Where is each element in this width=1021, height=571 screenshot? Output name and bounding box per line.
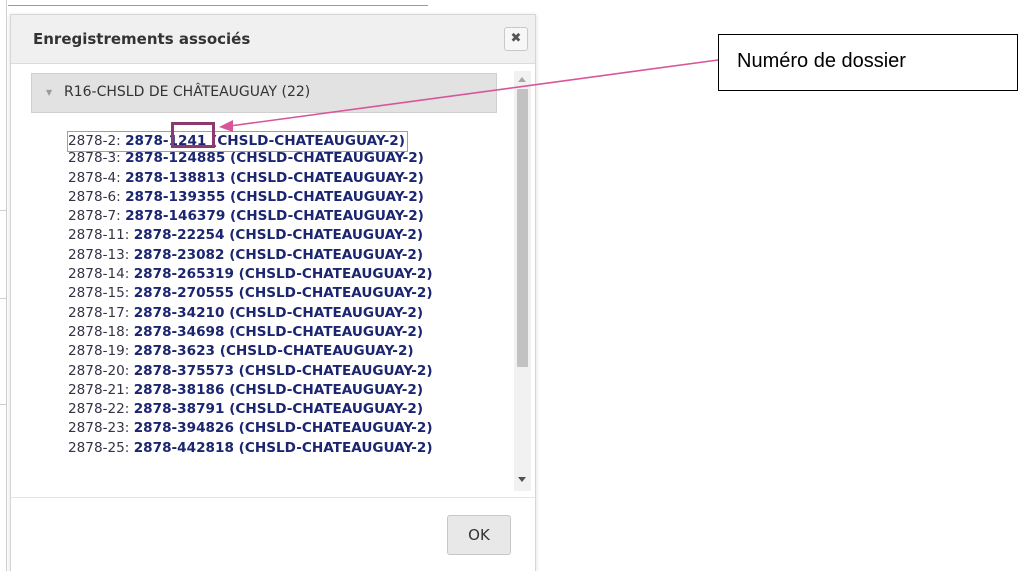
list-item[interactable]: 2878-17: 2878-34210 (CHSLD-CHATEAUGUAY-2… <box>68 304 433 323</box>
background-rule <box>8 5 428 6</box>
record-link[interactable]: 2878-23082 (CHSLD-CHATEAUGUAY-2) <box>134 247 423 263</box>
dialog-title: Enregistrements associés <box>33 30 251 48</box>
background-tick <box>0 404 6 405</box>
record-link[interactable]: 2878-34698 (CHSLD-CHATEAUGUAY-2) <box>134 324 423 340</box>
record-link[interactable]: 2878-124885 (CHSLD-CHATEAUGUAY-2) <box>125 150 424 166</box>
record-link[interactable]: 2878-22254 (CHSLD-CHATEAUGUAY-2) <box>134 227 423 243</box>
record-link[interactable]: 2878-3623 (CHSLD-CHATEAUGUAY-2) <box>134 343 414 359</box>
record-key: 2878-14: <box>68 266 134 283</box>
list-item[interactable]: 2878-22: 2878-38791 (CHSLD-CHATEAUGUAY-2… <box>68 400 433 419</box>
list-item[interactable]: 2878-21: 2878-38186 (CHSLD-CHATEAUGUAY-2… <box>68 381 433 400</box>
close-icon: ✖ <box>510 31 522 46</box>
record-key: 2878-21: <box>68 381 134 398</box>
records-panel[interactable]: ▼ R16-CHSLD DE CHÂTEAUGUAY (22) 2878-2: … <box>31 71 515 483</box>
records-list: 2878-2: 2878-1241 (CHSLD-CHATEAUGUAY-2) 2… <box>67 130 433 458</box>
record-key: 2878-6: <box>68 188 126 205</box>
scroll-thumb[interactable] <box>517 89 528 367</box>
ok-button[interactable]: OK <box>447 515 511 555</box>
record-key: 2878-4: <box>68 169 126 186</box>
background-divider <box>6 0 7 571</box>
list-item[interactable]: 2878-4: 2878-138813 (CHSLD-CHATEAUGUAY-2… <box>68 169 433 188</box>
list-item[interactable]: 2878-15: 2878-270555 (CHSLD-CHATEAUGUAY-… <box>68 284 433 303</box>
record-key: 2878-13: <box>68 246 134 263</box>
record-key: 2878-25: <box>68 439 134 456</box>
record-key: 2878-23: <box>68 420 134 437</box>
record-link[interactable]: 2878-1241 (CHSLD-CHATEAUGUAY-2) <box>125 133 405 149</box>
record-link[interactable]: 2878-138813 (CHSLD-CHATEAUGUAY-2) <box>125 170 424 186</box>
list-item[interactable]: 2878-18: 2878-34698 (CHSLD-CHATEAUGUAY-2… <box>68 323 433 342</box>
record-link[interactable]: 2878-394826 (CHSLD-CHATEAUGUAY-2) <box>134 420 433 436</box>
record-key: 2878-15: <box>68 285 134 302</box>
group-label: R16-CHSLD DE CHÂTEAUGUAY (22) <box>64 84 311 100</box>
record-link[interactable]: 2878-34210 (CHSLD-CHATEAUGUAY-2) <box>134 305 423 321</box>
record-link[interactable]: 2878-146379 (CHSLD-CHATEAUGUAY-2) <box>125 208 424 224</box>
chevron-down-icon: ▼ <box>46 88 53 97</box>
list-item[interactable]: 2878-3: 2878-124885 (CHSLD-CHATEAUGUAY-2… <box>68 149 433 168</box>
record-key: 2878-3: <box>68 150 126 167</box>
record-link[interactable]: 2878-139355 (CHSLD-CHATEAUGUAY-2) <box>125 189 424 205</box>
list-item[interactable]: 2878-23: 2878-394826 (CHSLD-CHATEAUGUAY-… <box>68 419 433 438</box>
record-key: 2878-20: <box>68 362 134 379</box>
background-tick <box>0 298 6 299</box>
list-item[interactable]: 2878-19: 2878-3623 (CHSLD-CHATEAUGUAY-2) <box>68 342 433 361</box>
record-key: 2878-18: <box>68 323 134 340</box>
record-link[interactable]: 2878-265319 (CHSLD-CHATEAUGUAY-2) <box>134 266 433 282</box>
scroll-up-arrow-icon[interactable] <box>518 77 526 82</box>
related-records-dialog: Enregistrements associés ✖ ▼ R16-CHSLD D… <box>10 14 536 571</box>
record-key: 2878-22: <box>68 401 134 418</box>
list-item[interactable]: 2878-14: 2878-265319 (CHSLD-CHATEAUGUAY-… <box>68 265 433 284</box>
record-key: 2878-19: <box>68 343 134 360</box>
dialog-footer-divider <box>11 497 535 498</box>
background-tick <box>0 210 6 211</box>
record-key: 2878-7: <box>68 208 126 225</box>
record-key: 2878-11: <box>68 227 134 244</box>
group-header[interactable]: ▼ R16-CHSLD DE CHÂTEAUGUAY (22) <box>31 73 497 113</box>
list-item[interactable]: 2878-7: 2878-146379 (CHSLD-CHATEAUGUAY-2… <box>68 207 433 226</box>
record-link[interactable]: 2878-442818 (CHSLD-CHATEAUGUAY-2) <box>134 440 433 456</box>
list-item[interactable]: 2878-25: 2878-442818 (CHSLD-CHATEAUGUAY-… <box>68 439 433 458</box>
record-link[interactable]: 2878-38791 (CHSLD-CHATEAUGUAY-2) <box>134 401 423 417</box>
record-link[interactable]: 2878-375573 (CHSLD-CHATEAUGUAY-2) <box>134 363 433 379</box>
scroll-down-arrow-icon[interactable] <box>518 477 526 482</box>
list-item[interactable]: 2878-13: 2878-23082 (CHSLD-CHATEAUGUAY-2… <box>68 246 433 265</box>
callout-label: Numéro de dossier <box>737 50 906 72</box>
list-item[interactable]: 2878-6: 2878-139355 (CHSLD-CHATEAUGUAY-2… <box>68 188 433 207</box>
record-key: 2878-2: <box>68 133 126 149</box>
list-item[interactable]: 2878-20: 2878-375573 (CHSLD-CHATEAUGUAY-… <box>68 362 433 381</box>
record-key: 2878-17: <box>68 304 134 321</box>
dialog-header: Enregistrements associés ✖ <box>11 15 535 64</box>
record-link[interactable]: 2878-38186 (CHSLD-CHATEAUGUAY-2) <box>134 382 423 398</box>
close-button[interactable]: ✖ <box>504 27 528 51</box>
list-item[interactable]: 2878-11: 2878-22254 (CHSLD-CHATEAUGUAY-2… <box>68 226 433 245</box>
record-number-highlight <box>171 122 215 148</box>
record-link[interactable]: 2878-270555 (CHSLD-CHATEAUGUAY-2) <box>134 285 433 301</box>
callout-box: Numéro de dossier <box>718 34 1018 91</box>
vertical-scrollbar[interactable] <box>514 71 531 491</box>
